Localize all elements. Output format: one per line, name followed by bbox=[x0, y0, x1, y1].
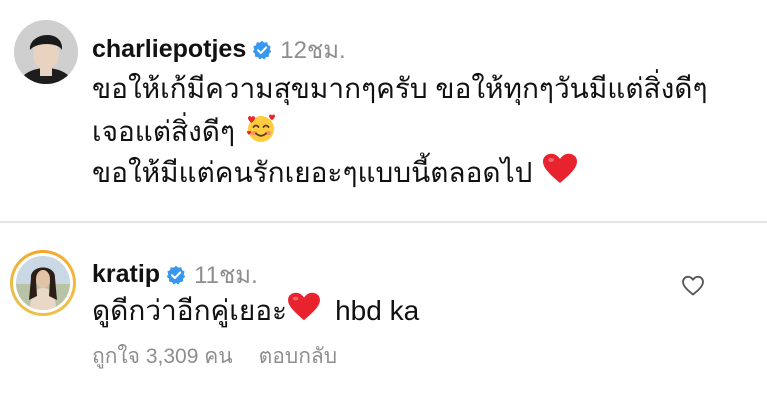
avatar-photo-charliepotjes bbox=[14, 20, 78, 84]
comment-text: hbd ka bbox=[335, 295, 420, 326]
comment-text-line: ขอให้มีแต่คนรักเยอะๆแบบนี้ตลอดไป bbox=[92, 153, 578, 193]
comment-text: ขอให้มีแต่คนรักเยอะๆแบบนี้ตลอดไป bbox=[92, 157, 533, 188]
comment-text-line: ขอให้เก้มีความสุขมากๆครับ ขอให้ทุกๆวันมี… bbox=[92, 73, 708, 104]
timestamp: 11ชม. bbox=[194, 262, 258, 289]
smiling-face-with-hearts-icon bbox=[245, 112, 277, 152]
avatar[interactable] bbox=[10, 250, 76, 316]
verified-badge-icon bbox=[166, 265, 186, 284]
red-heart-icon bbox=[542, 153, 578, 193]
comment-charliepotjes: charliepotjes 12ชม. ขอให้เก้มีความสุขมาก… bbox=[0, 0, 767, 222]
comment-text: ดูดีกว่าอีกคู่เยอะ bbox=[92, 295, 288, 326]
heart-outline-icon[interactable] bbox=[681, 274, 705, 298]
username[interactable]: kratip bbox=[92, 260, 160, 289]
comment-kratip: kratip 11ชม. ดูดีกว่าอีกคู่เยอะ hbd ka ถ… bbox=[0, 224, 767, 404]
red-heart-icon bbox=[287, 292, 321, 330]
username[interactable]: charliepotjes bbox=[92, 35, 246, 64]
comment-header: charliepotjes 12ชม. bbox=[92, 30, 346, 69]
reply-button[interactable]: ตอบกลับ bbox=[259, 340, 338, 373]
likes-count[interactable]: ถูกใจ 3,309 คน bbox=[92, 340, 233, 373]
comment-actions: ถูกใจ 3,309 คน ตอบกลับ bbox=[92, 340, 337, 373]
comment-header: kratip 11ชม. bbox=[92, 255, 258, 294]
timestamp: 12ชม. bbox=[280, 37, 346, 64]
avatar-photo-kratip bbox=[16, 256, 70, 310]
divider bbox=[0, 221, 767, 223]
avatar[interactable] bbox=[14, 20, 78, 84]
comment-text-line: เจอแต่สิ่งดีๆ bbox=[92, 112, 277, 152]
comment-text-line: ดูดีกว่าอีกคู่เยอะ hbd ka bbox=[92, 292, 419, 330]
verified-badge-icon bbox=[253, 40, 272, 59]
comment-text: เจอแต่สิ่งดีๆ bbox=[92, 116, 236, 147]
